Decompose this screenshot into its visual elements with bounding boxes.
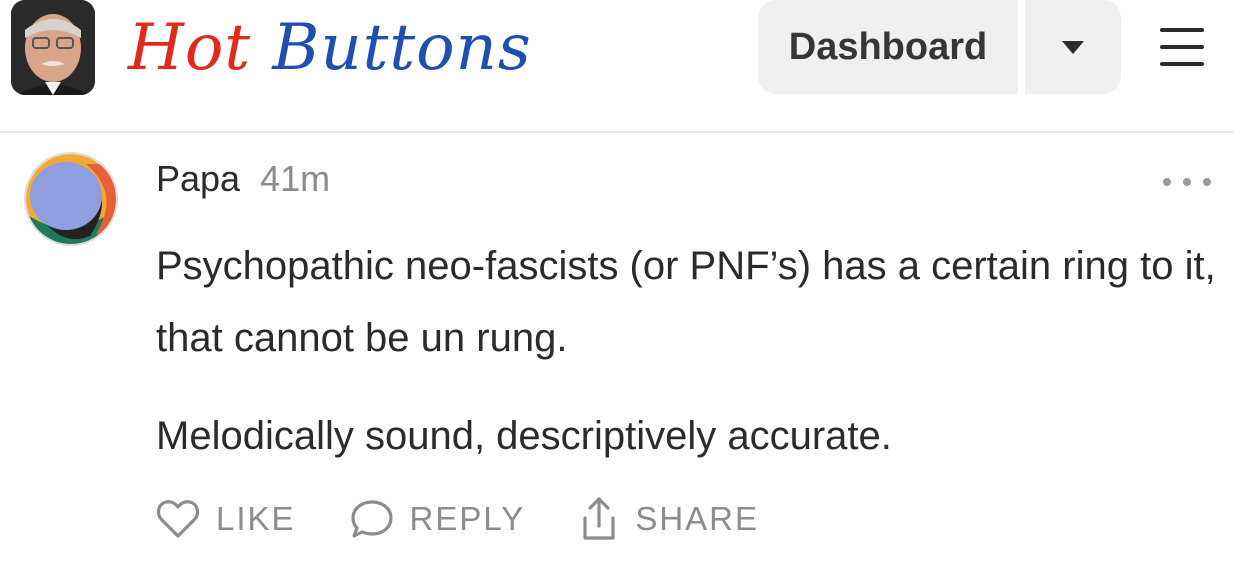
comment-body: Psychopathic neo-fascists (or PNF’s) has… <box>156 230 1216 498</box>
like-label: LIKE <box>216 500 296 537</box>
page: Hot Buttons Dashboard Papa 41m Psychopat… <box>0 0 1234 578</box>
share-label: SHARE <box>635 500 760 537</box>
publication-title-buttons: Buttons <box>272 11 532 85</box>
comment-meta: Papa 41m <box>156 158 330 204</box>
reply-label: REPLY <box>409 500 526 537</box>
hamburger-menu-button[interactable] <box>1152 20 1212 74</box>
publication-title-hot: Hot <box>128 11 252 85</box>
comment-paragraph: Melodically sound, descriptively accurat… <box>156 414 892 458</box>
dashboard-label: Dashboard <box>788 25 988 68</box>
more-options-button[interactable] <box>1163 170 1211 194</box>
avatar-image <box>26 154 116 244</box>
publication-title[interactable]: Hot Buttons <box>128 8 532 88</box>
commenter-avatar[interactable] <box>24 152 118 246</box>
comment-paragraph: Psychopathic neo-fascists (or PNF’s) has… <box>156 244 1216 360</box>
reply-button[interactable]: REPLY <box>350 498 526 540</box>
like-button[interactable]: LIKE <box>156 499 296 539</box>
share-button[interactable]: SHARE <box>579 496 759 542</box>
author-name[interactable]: Papa <box>156 158 240 200</box>
top-bar: Hot Buttons Dashboard <box>0 0 1234 133</box>
publication-logo[interactable] <box>11 0 95 95</box>
share-icon <box>583 497 615 540</box>
dashboard-button[interactable]: Dashboard <box>758 0 1018 94</box>
heart-icon <box>156 500 200 538</box>
dashboard-dropdown-button[interactable] <box>1025 0 1121 94</box>
portrait-image <box>11 0 95 95</box>
comment-timestamp[interactable]: 41m <box>260 158 330 200</box>
caret-down-icon <box>1062 40 1084 54</box>
comment-actions: LIKE REPLY SHARE <box>156 494 813 544</box>
speech-bubble-icon <box>350 500 393 538</box>
more-horizontal-icon <box>1163 178 1171 186</box>
